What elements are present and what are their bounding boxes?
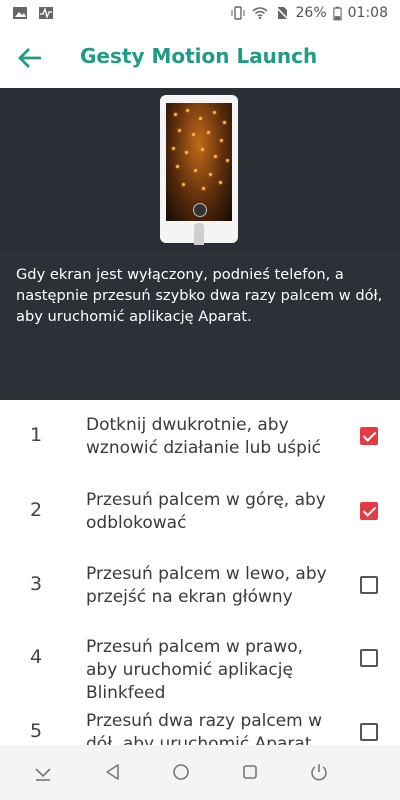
page-title: Gesty Motion Launch: [80, 44, 318, 68]
image-icon: [13, 7, 27, 19]
app-bar: Gesty Motion Launch: [0, 28, 400, 88]
camera-preview-image: [166, 103, 232, 221]
checkbox[interactable]: [360, 576, 378, 594]
list-item-label: Przesuń dwa razy palcem w dół, aby uruch…: [86, 711, 323, 745]
gesture-description: Gdy ekran jest wyłączony, podnieś telefo…: [16, 266, 383, 325]
clock: 01:08: [347, 5, 388, 21]
list-item[interactable]: 1 Dotknij dwukrotnie, aby wznowić działa…: [0, 400, 400, 474]
wifi-icon: [252, 7, 268, 20]
gesture-tutorial-panel: Gdy ekran jest wyłączony, podnieś telefo…: [0, 88, 400, 470]
finger-illustration: [194, 223, 204, 245]
activity-icon: [39, 6, 53, 20]
list-item-label: Przesuń palcem w prawo, aby uruchomić ap…: [86, 637, 304, 703]
list-item[interactable]: 2 Przesuń palcem w górę, aby odblokować: [0, 475, 400, 549]
power-icon[interactable]: [306, 759, 332, 785]
list-item-number: 3: [29, 573, 43, 595]
back-triangle-icon[interactable]: [100, 759, 126, 785]
list-item[interactable]: 3 Przesuń palcem w lewo, aby przejść na …: [0, 549, 400, 623]
phone-illustration: [160, 95, 238, 245]
list-item-label: Dotknij dwukrotnie, aby wznowić działani…: [86, 415, 322, 458]
system-nav-bar: [0, 745, 400, 800]
list-item-number: 5: [29, 720, 43, 742]
home-circle-icon[interactable]: [168, 759, 194, 785]
gesture-list: 1 Dotknij dwukrotnie, aby wznowić działa…: [0, 400, 400, 745]
hide-keyboard-icon[interactable]: [30, 759, 56, 785]
battery-icon: [333, 6, 342, 20]
list-item-number: 4: [29, 646, 43, 668]
list-item-number: 2: [29, 499, 43, 521]
list-item-label: Przesuń palcem w górę, aby odblokować: [86, 490, 326, 533]
arrow-left-icon[interactable]: [16, 44, 46, 72]
checkbox[interactable]: [360, 723, 378, 741]
list-item-number: 1: [29, 424, 43, 446]
list-item-label: Przesuń palcem w lewo, aby przejść na ek…: [86, 564, 327, 607]
battery-percent: 26%: [295, 5, 327, 21]
no-sim-icon: [274, 6, 289, 20]
recents-square-icon[interactable]: [237, 759, 263, 785]
vibrate-icon: [231, 6, 245, 20]
tutorial-illustration-area: [0, 88, 400, 250]
checkbox[interactable]: [360, 427, 378, 445]
shutter-button-illustration: [193, 203, 207, 217]
status-bar: 26% 01:08: [0, 0, 400, 28]
checkbox[interactable]: [360, 649, 378, 667]
list-item[interactable]: 4 Przesuń palcem w prawo, aby uruchomić …: [0, 622, 400, 703]
checkbox[interactable]: [360, 502, 378, 520]
list-item[interactable]: 5 Przesuń dwa razy palcem w dół, aby uru…: [0, 696, 400, 745]
